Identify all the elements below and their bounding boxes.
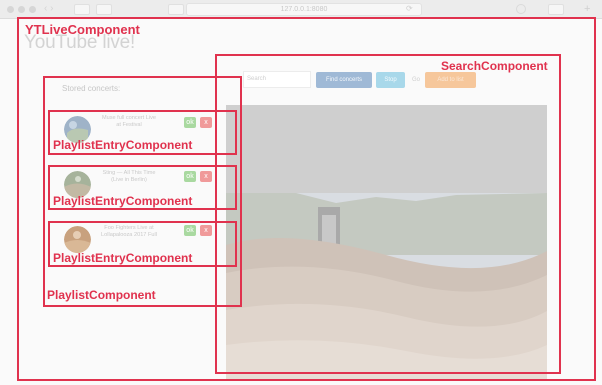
download-icon[interactable] <box>516 4 526 14</box>
reload-icon[interactable]: ⟳ <box>406 3 413 15</box>
shield-icon[interactable] <box>168 4 184 15</box>
sidebar-toggle-icon[interactable] <box>74 4 90 15</box>
tabs-icon[interactable] <box>548 4 564 15</box>
address-bar[interactable]: 127.0.0.1:8080 <box>186 3 422 16</box>
playlist-entry-component-label: PlaylistEntryComponent <box>53 251 193 265</box>
search-component-outline <box>215 54 561 374</box>
zoom-window-icon[interactable] <box>29 6 36 13</box>
playlist-entry-component-label: PlaylistEntryComponent <box>53 138 193 152</box>
yt-live-component-label: YTLiveComponent <box>25 22 140 37</box>
back-forward-icon[interactable]: ‹ › <box>44 3 68 15</box>
search-component-label: SearchComponent <box>441 59 548 73</box>
new-tab-icon[interactable]: + <box>584 2 590 16</box>
playlist-entry-component-label: PlaylistEntryComponent <box>53 194 193 208</box>
share-icon[interactable] <box>96 4 112 15</box>
minimize-window-icon[interactable] <box>18 6 25 13</box>
close-window-icon[interactable] <box>7 6 14 13</box>
playlist-component-label: PlaylistComponent <box>47 288 156 302</box>
